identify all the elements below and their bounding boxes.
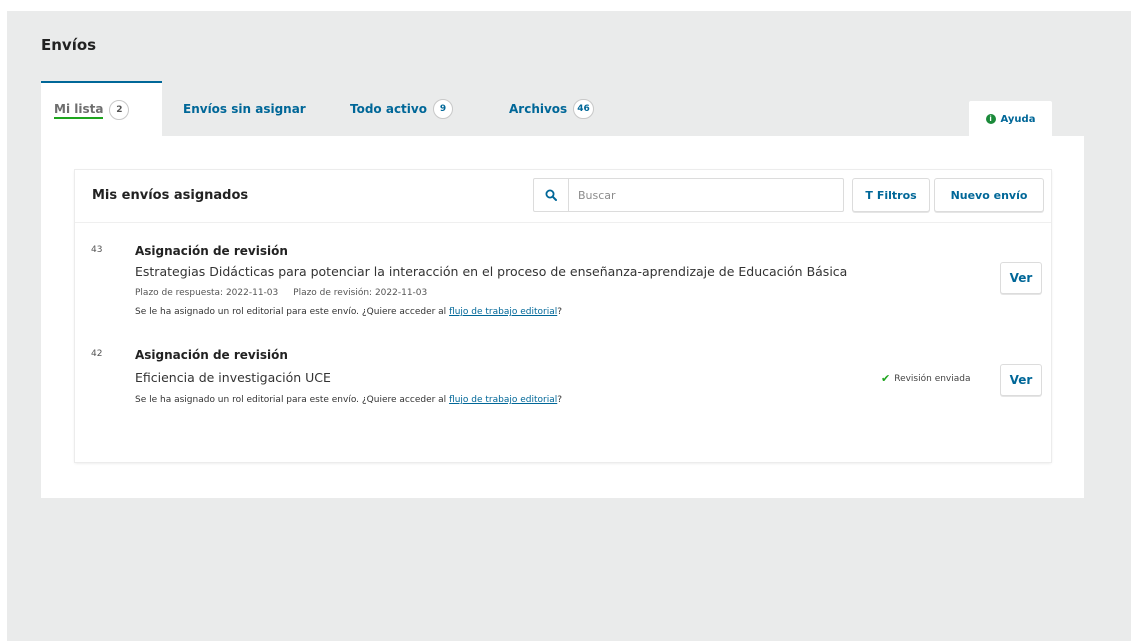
notice-text: Se le ha asignado un rol editorial para … xyxy=(135,395,450,405)
tab-archives[interactable]: Archivos 46 xyxy=(509,81,594,137)
tab-unassigned-label: Envíos sin asignar xyxy=(183,102,306,116)
tab-all-active[interactable]: Todo activo 9 xyxy=(350,81,453,137)
status-badge: ✔ Revisión enviada xyxy=(881,372,971,385)
filters-button[interactable]: T Filtros xyxy=(852,178,930,212)
editorial-workflow-link[interactable]: flujo de trabajo editorial xyxy=(449,307,557,317)
card-header: Mis envíos asignados T Filtros Nuevo env… xyxy=(75,170,1051,223)
editorial-notice: Se le ha asignado un rol editorial para … xyxy=(135,307,562,317)
editorial-workflow-link[interactable]: flujo de trabajo editorial xyxy=(449,395,557,405)
review-deadline: Plazo de revisión: 2022-11-03 xyxy=(293,288,428,298)
view-button[interactable]: Ver xyxy=(1000,262,1042,294)
submission-title: Estrategias Didácticas para potenciar la… xyxy=(135,264,848,279)
tab-panel: Mis envíos asignados T Filtros Nuevo env… xyxy=(41,136,1084,498)
tab-my-list[interactable]: Mi lista 2 xyxy=(41,81,162,137)
search-input[interactable] xyxy=(578,179,828,211)
info-icon: i xyxy=(985,114,996,124)
search-box xyxy=(533,178,844,212)
view-button[interactable]: Ver xyxy=(1000,364,1042,396)
list-item: 42 Asignación de revisión Eficiencia de … xyxy=(75,332,1051,432)
tab-all-active-count: 9 xyxy=(432,99,453,119)
tab-all-active-label: Todo activo xyxy=(350,102,427,116)
page-title: Envíos xyxy=(41,36,97,54)
notice-suffix: ? xyxy=(557,307,563,317)
tab-archives-label: Archivos xyxy=(509,102,568,116)
notice-text: Se le ha asignado un rol editorial para … xyxy=(135,307,450,317)
new-submission-button[interactable]: Nuevo envío xyxy=(934,178,1044,212)
tab-archives-count: 46 xyxy=(573,99,594,119)
tab-my-list-label: Mi lista xyxy=(54,102,104,119)
help-button[interactable]: i Ayuda xyxy=(969,101,1052,137)
list-item: 43 Asignación de revisión Estrategias Di… xyxy=(75,222,1051,332)
filter-icon: T xyxy=(865,188,873,202)
filters-label: Filtros xyxy=(876,188,917,202)
status-label: Revisión enviada xyxy=(894,373,971,384)
submission-deadlines: Plazo de respuesta: 2022-11-03 Plazo de … xyxy=(135,288,427,298)
response-deadline: Plazo de respuesta: 2022-11-03 xyxy=(135,288,279,298)
search-icon[interactable] xyxy=(534,179,569,211)
help-label: Ayuda xyxy=(1000,113,1036,125)
submission-type: Asignación de revisión xyxy=(135,348,288,362)
check-icon: ✔ xyxy=(881,372,891,385)
tab-my-list-count: 2 xyxy=(109,100,130,120)
submissions-card: Mis envíos asignados T Filtros Nuevo env… xyxy=(75,170,1051,462)
editorial-notice: Se le ha asignado un rol editorial para … xyxy=(135,395,562,405)
tab-unassigned[interactable]: Envíos sin asignar xyxy=(183,81,306,137)
card-title: Mis envíos asignados xyxy=(92,188,249,203)
submission-title: Eficiencia de investigación UCE xyxy=(135,370,331,385)
submission-id: 43 xyxy=(91,245,103,255)
submission-type: Asignación de revisión xyxy=(135,244,288,258)
notice-suffix: ? xyxy=(557,395,563,405)
submission-id: 42 xyxy=(91,349,103,359)
